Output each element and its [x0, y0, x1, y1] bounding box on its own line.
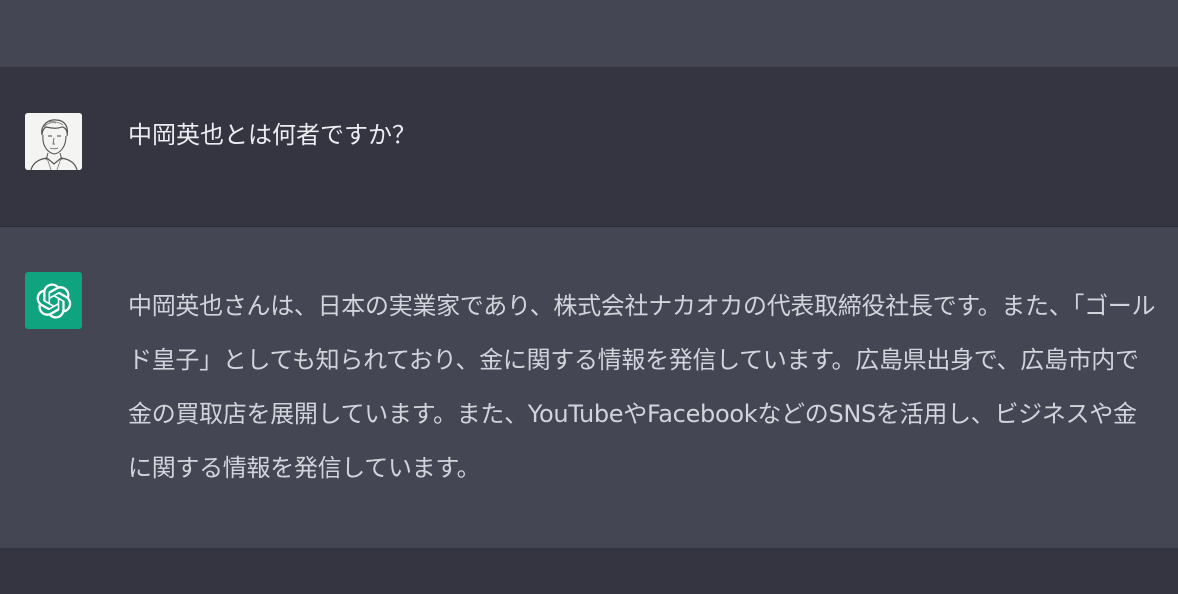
user-message-row: 中岡英也とは何者ですか？: [0, 67, 1178, 226]
assistant-message-text: 中岡英也さんは、日本の実業家であり、株式会社ナカオカの代表取締役社長です。また、…: [128, 292, 1156, 482]
user-avatar: [25, 113, 82, 170]
openai-logo-icon: [36, 282, 71, 319]
previous-message-tail: [0, 0, 1178, 67]
user-message-text: 中岡英也とは何者ですか？: [128, 121, 416, 149]
assistant-avatar: [25, 272, 82, 329]
assistant-message-row: 中岡英也さんは、日本の実業家であり、株式会社ナカオカの代表取締役社長です。また、…: [0, 227, 1178, 548]
page-bottom-area: [0, 548, 1178, 594]
user-sketch-portrait-icon: [25, 113, 82, 170]
